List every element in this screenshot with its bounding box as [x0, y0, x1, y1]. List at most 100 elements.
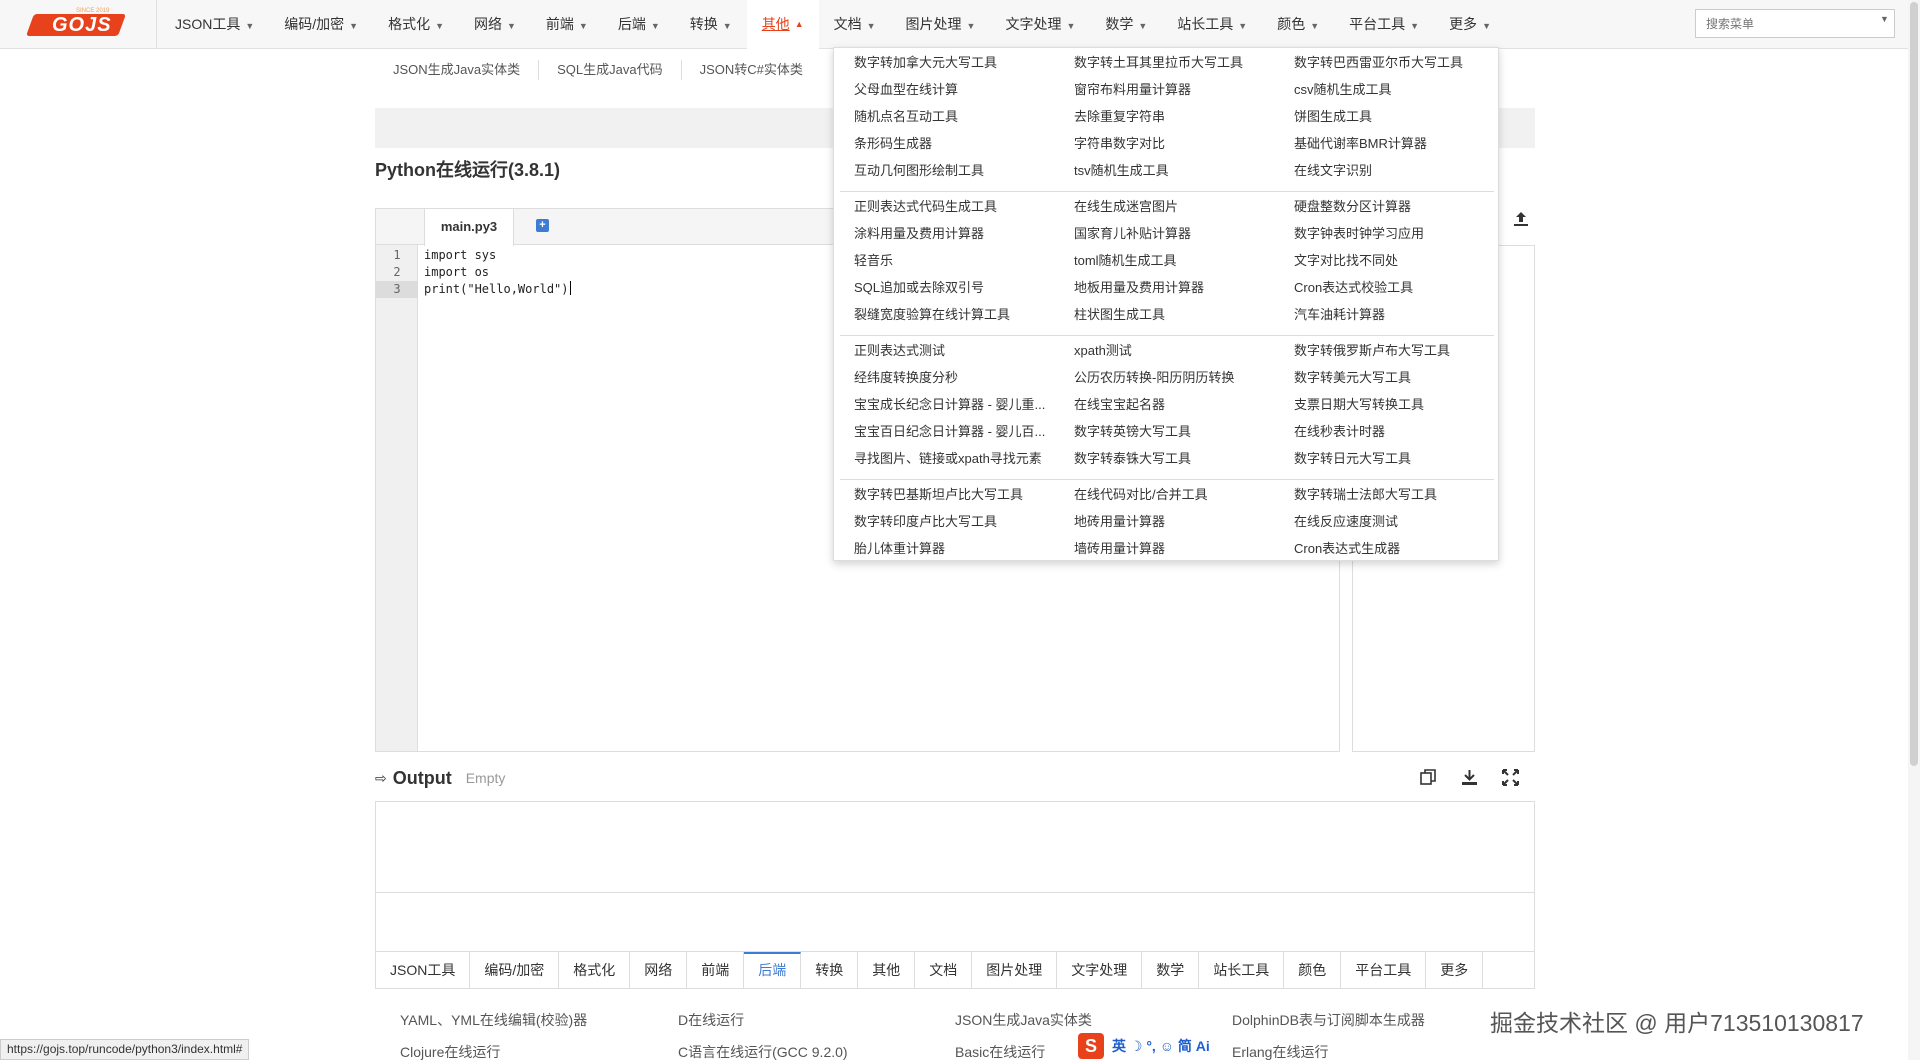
nav-item-10[interactable]: 文字处理 ▼: [990, 0, 1090, 49]
nav-item-5[interactable]: 后端 ▼: [603, 0, 675, 49]
category-tab[interactable]: 颜色: [1284, 952, 1342, 988]
dropdown-menu-item[interactable]: 数字转俄罗斯卢布大写工具: [1294, 337, 1450, 364]
dropdown-menu-item[interactable]: tsv随机生成工具: [1074, 157, 1169, 184]
dropdown-menu-item[interactable]: 基础代谢率BMR计算器: [1294, 130, 1427, 157]
related-link[interactable]: SQL生成Java代码: [539, 60, 682, 80]
nav-item-4[interactable]: 前端 ▼: [531, 0, 603, 49]
category-tab[interactable]: 其他: [858, 952, 916, 988]
nav-item-15[interactable]: 更多 ▼: [1434, 0, 1506, 49]
dropdown-menu-item[interactable]: 在线反应速度测试: [1294, 508, 1398, 535]
dropdown-menu-item[interactable]: 轻音乐: [854, 247, 893, 274]
dropdown-menu-item[interactable]: 饼图生成工具: [1294, 103, 1372, 130]
dropdown-menu-item[interactable]: 公历农历转换-阳历阴历转换: [1074, 364, 1234, 391]
dropdown-menu-item[interactable]: 支票日期大写转换工具: [1294, 391, 1424, 418]
category-link[interactable]: Basic在线运行: [955, 1042, 1045, 1060]
nav-item-3[interactable]: 网络 ▼: [459, 0, 531, 49]
dropdown-menu-item[interactable]: Cron表达式生成器: [1294, 535, 1400, 562]
dropdown-menu-item[interactable]: 正则表达式测试: [854, 337, 945, 364]
category-tab[interactable]: 文字处理: [1057, 952, 1143, 988]
category-tab[interactable]: 编码/加密: [470, 952, 560, 988]
nav-item-1[interactable]: 编码/加密 ▼: [269, 0, 373, 49]
ime-toolbar[interactable]: S 英 ☽ °, ☺ 简 Ai: [1072, 1032, 1216, 1060]
category-tab[interactable]: 后端: [744, 952, 802, 988]
download-icon[interactable]: [1459, 767, 1480, 788]
category-tab[interactable]: 图片处理: [972, 952, 1058, 988]
dropdown-menu-item[interactable]: 柱状图生成工具: [1074, 301, 1165, 328]
dropdown-menu-item[interactable]: 字符串数字对比: [1074, 130, 1165, 157]
fullscreen-icon[interactable]: [1500, 767, 1521, 788]
category-link[interactable]: Erlang在线运行: [1232, 1042, 1328, 1060]
chevron-down-icon[interactable]: ▼: [1880, 14, 1889, 24]
dropdown-menu-item[interactable]: 数字转英镑大写工具: [1074, 418, 1191, 445]
category-link[interactable]: JSON生成Java实体类: [955, 1010, 1092, 1030]
nav-item-8[interactable]: 文档 ▼: [819, 0, 891, 49]
category-link[interactable]: DolphinDB表与订阅脚本生成器: [1232, 1010, 1425, 1030]
dropdown-menu-item[interactable]: SQL追加或去除双引号: [854, 274, 984, 301]
nav-item-9[interactable]: 图片处理 ▼: [891, 0, 991, 49]
dropdown-menu-item[interactable]: 地板用量及费用计算器: [1074, 274, 1204, 301]
dropdown-menu-item[interactable]: 硬盘整数分区计算器: [1294, 193, 1411, 220]
dropdown-menu-item[interactable]: 文字对比找不同处: [1294, 247, 1398, 274]
copy-icon[interactable]: [1418, 767, 1439, 788]
dropdown-menu-item[interactable]: 宝宝百日纪念日计算器 - 婴儿百...: [854, 418, 1045, 445]
category-link[interactable]: Clojure在线运行: [400, 1042, 500, 1060]
category-tab[interactable]: 文档: [915, 952, 973, 988]
nav-item-11[interactable]: 数学 ▼: [1090, 0, 1162, 49]
dropdown-menu-item[interactable]: 在线宝宝起名器: [1074, 391, 1165, 418]
dropdown-menu-item[interactable]: 随机点名互动工具: [854, 103, 958, 130]
add-file-icon[interactable]: +: [536, 219, 549, 232]
dropdown-menu-item[interactable]: xpath测试: [1074, 337, 1132, 364]
dropdown-menu-item[interactable]: 条形码生成器: [854, 130, 932, 157]
category-tab[interactable]: 平台工具: [1341, 952, 1427, 988]
site-logo[interactable]: SINCE 2019 GOJS: [25, 8, 130, 38]
dropdown-menu-item[interactable]: 国家育儿补贴计算器: [1074, 220, 1191, 247]
dropdown-menu-item[interactable]: 互动几何图形绘制工具: [854, 157, 984, 184]
dropdown-menu-item[interactable]: 数字钟表时钟学习应用: [1294, 220, 1424, 247]
category-link[interactable]: YAML、YML在线编辑(校验)器: [400, 1010, 587, 1030]
dropdown-menu-item[interactable]: 涂料用量及费用计算器: [854, 220, 984, 247]
dropdown-menu-item[interactable]: 在线生成迷宫图片: [1074, 193, 1178, 220]
dropdown-menu-item[interactable]: 数字转土耳其里拉币大写工具: [1074, 49, 1243, 76]
category-link[interactable]: C语言在线运行(GCC 9.2.0): [678, 1042, 848, 1060]
nav-item-7[interactable]: 其他 ▲: [746, 0, 819, 49]
tab-main-py3[interactable]: main.py3: [424, 209, 514, 246]
dropdown-menu-item[interactable]: 数字转美元大写工具: [1294, 364, 1411, 391]
nav-item-13[interactable]: 颜色 ▼: [1262, 0, 1334, 49]
ime-logo-icon[interactable]: S: [1078, 1033, 1104, 1059]
nav-item-14[interactable]: 平台工具 ▼: [1334, 0, 1434, 49]
dropdown-menu-item[interactable]: 正则表达式代码生成工具: [854, 193, 997, 220]
nav-item-0[interactable]: JSON工具 ▼: [160, 0, 269, 49]
ime-status-text[interactable]: 英 ☽ °, ☺ 简 Ai: [1112, 1036, 1210, 1056]
dropdown-menu-item[interactable]: 地砖用量计算器: [1074, 508, 1165, 535]
dropdown-menu-item[interactable]: 数字转加拿大元大写工具: [854, 49, 997, 76]
dropdown-menu-item[interactable]: Cron表达式校验工具: [1294, 274, 1413, 301]
category-tab[interactable]: 更多: [1426, 952, 1484, 988]
scrollbar-thumb[interactable]: [1910, 2, 1918, 766]
dropdown-menu-item[interactable]: 父母血型在线计算: [854, 76, 958, 103]
dropdown-menu-item[interactable]: 数字转印度卢比大写工具: [854, 508, 997, 535]
dropdown-menu-item[interactable]: csv随机生成工具: [1294, 76, 1392, 103]
dropdown-menu-item[interactable]: 窗帘布料用量计算器: [1074, 76, 1191, 103]
dropdown-menu-item[interactable]: 数字转巴基斯坦卢比大写工具: [854, 481, 1023, 508]
dropdown-menu-item[interactable]: 数字转日元大写工具: [1294, 445, 1411, 472]
page-scrollbar[interactable]: [1908, 0, 1920, 1060]
dropdown-menu-item[interactable]: 胎儿体重计算器: [854, 535, 945, 562]
category-tab[interactable]: 站长工具: [1199, 952, 1285, 988]
category-tab[interactable]: 数学: [1142, 952, 1200, 988]
related-link[interactable]: JSON生成Java实体类: [375, 60, 540, 80]
dropdown-menu-item[interactable]: 寻找图片、链接或xpath寻找元素: [854, 445, 1042, 472]
category-link[interactable]: D在线运行: [678, 1010, 744, 1030]
category-tab[interactable]: 网络: [630, 952, 688, 988]
upload-icon[interactable]: [1512, 210, 1530, 228]
dropdown-menu-item[interactable]: 裂缝宽度验算在线计算工具: [854, 301, 1010, 328]
dropdown-menu-item[interactable]: 在线文字识别: [1294, 157, 1372, 184]
category-tab[interactable]: 转换: [801, 952, 859, 988]
dropdown-menu-item[interactable]: 在线秒表计时器: [1294, 418, 1385, 445]
related-link[interactable]: JSON转C#实体类: [682, 60, 821, 80]
dropdown-menu-item[interactable]: 墙砖用量计算器: [1074, 535, 1165, 562]
category-tab[interactable]: 前端: [687, 952, 745, 988]
dropdown-menu-item[interactable]: 数字转巴西雷亚尔币大写工具: [1294, 49, 1463, 76]
nav-item-12[interactable]: 站长工具 ▼: [1162, 0, 1262, 49]
dropdown-menu-item[interactable]: 宝宝成长纪念日计算器 - 婴儿重...: [854, 391, 1045, 418]
dropdown-menu-item[interactable]: 汽车油耗计算器: [1294, 301, 1385, 328]
